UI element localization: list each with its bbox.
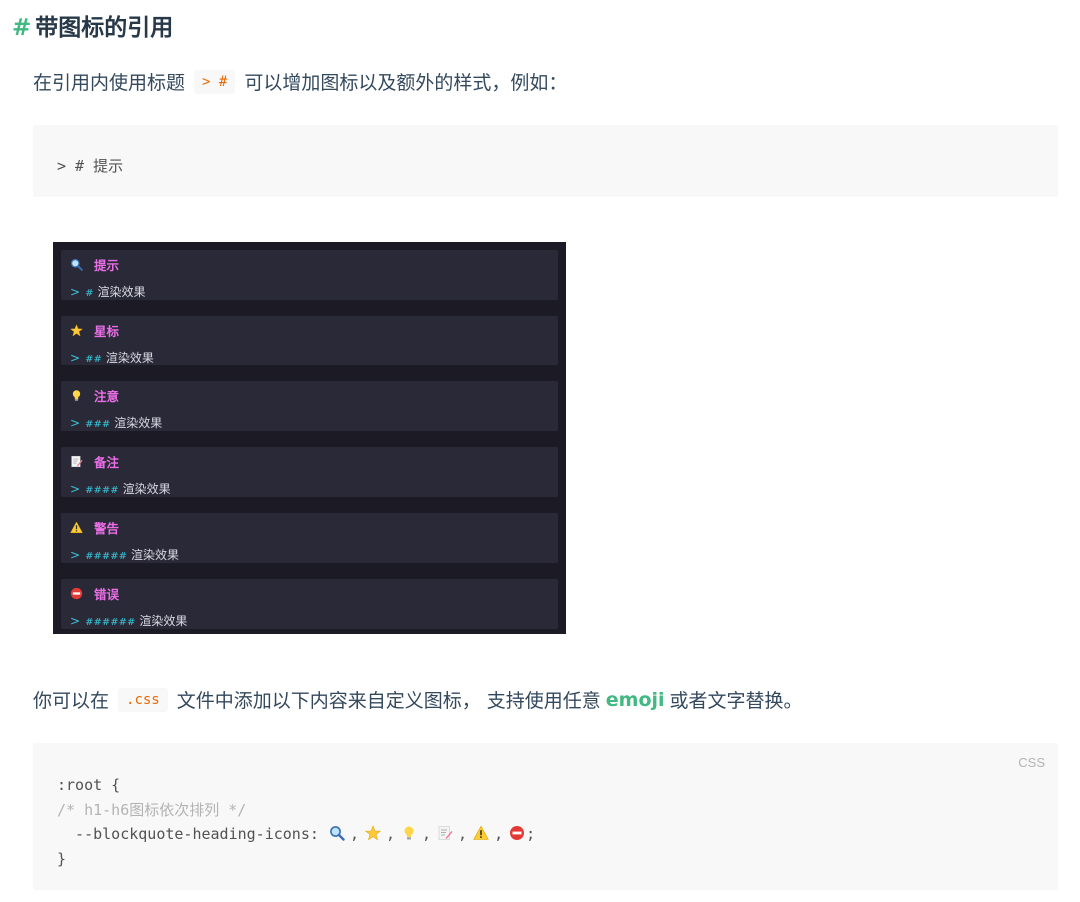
rendered-preview-image: 提示 > # 渲染效果 星标 > ## 渲染效果 注意 > ### 渲染效果 备注 > #### 渲染效果 警告… — [53, 242, 566, 634]
preview-body-text: 渲染效果 — [139, 614, 188, 628]
preview-title: 注意 — [70, 386, 119, 405]
preview-title-text: 星标 — [94, 324, 120, 339]
preview-title: 提示 — [70, 255, 119, 274]
warning-icon — [70, 521, 83, 534]
preview-body-text: 渲染效果 — [130, 548, 179, 562]
preview-blockquote: 警告 > ##### 渲染效果 — [61, 513, 558, 563]
intro-text-after: 可以增加图标以及额外的样式，例如： — [244, 72, 568, 94]
icon-separator: , — [458, 825, 468, 843]
preview-body-text: 渲染效果 — [105, 351, 154, 365]
intro-text-before: 在引用内使用标题 — [33, 72, 186, 94]
magnifier-icon — [70, 258, 83, 271]
preview-body: > ##### 渲染效果 — [70, 546, 179, 563]
heading-marker: # — [85, 288, 94, 299]
code-line-close: } — [57, 849, 67, 868]
preview-blockquote: 提示 > # 渲染效果 — [61, 250, 558, 300]
code-line-suffix: ; — [526, 825, 536, 843]
preview-body: > ## 渲染效果 — [70, 349, 154, 366]
memo-icon — [437, 824, 453, 840]
quote-marker: > — [70, 351, 81, 365]
code-line-prefix: --blockquote-heading-icons: — [57, 825, 328, 843]
preview-body-text: 渲染效果 — [97, 285, 146, 299]
code-line-root: :root { — [57, 776, 121, 794]
example-code-block: > # 提示 — [33, 125, 1058, 197]
inline-code-css: .css — [118, 687, 168, 712]
no-entry-icon — [70, 587, 83, 600]
preview-body-text: 渲染效果 — [122, 482, 171, 496]
quote-marker: > — [70, 416, 81, 430]
preview-title: 警告 — [70, 518, 119, 537]
heading-marker: ##### — [85, 551, 127, 562]
star-icon — [364, 824, 382, 841]
preview-blockquote: 错误 > ###### 渲染效果 — [61, 579, 558, 629]
preview-body: > #### 渲染效果 — [70, 480, 171, 497]
preview-title-text: 注意 — [94, 389, 120, 404]
heading-marker: #### — [85, 485, 119, 496]
emoji-highlight: emoji — [605, 688, 665, 711]
warning-icon — [473, 824, 489, 840]
no-entry-icon — [509, 824, 525, 840]
preview-body-text: 渲染效果 — [114, 416, 163, 430]
heading-text: 带图标的引用 — [35, 15, 174, 41]
heading-marker: ### — [85, 419, 111, 430]
css-code-block: CSS :root { /* h1-h6图标依次排列 */ --blockquo… — [33, 743, 1058, 890]
preview-title: 备注 — [70, 452, 119, 471]
quote-marker: > — [70, 614, 81, 628]
heading-marker: ###### — [85, 617, 136, 628]
icon-separator: , — [494, 825, 504, 843]
custom-text-middle: 文件中添加以下内容来自定义图标， 支持使用任意 — [176, 690, 601, 712]
custom-icons-paragraph: 你可以在 .css 文件中添加以下内容来自定义图标， 支持使用任意 emoji … — [33, 686, 803, 713]
heading-marker: ## — [85, 354, 102, 365]
quote-marker: > — [70, 482, 81, 496]
example-code-line: > # 提示 — [57, 157, 124, 175]
heading-anchor[interactable]: # — [12, 15, 31, 41]
preview-title-text: 警告 — [94, 521, 120, 536]
code-language-label: CSS — [1018, 755, 1045, 770]
memo-icon — [70, 455, 83, 468]
inline-code-syntax: > # — [194, 69, 236, 94]
preview-body: > # 渲染效果 — [70, 283, 145, 300]
star-icon — [69, 324, 84, 337]
custom-text-before: 你可以在 — [33, 690, 110, 712]
icon-separator: , — [349, 825, 359, 843]
preview-blockquote: 备注 > #### 渲染效果 — [61, 447, 558, 497]
code-line-comment: /* h1-h6图标依次排列 */ — [57, 800, 247, 819]
magnifier-icon — [329, 824, 345, 841]
icon-separator: , — [385, 825, 395, 843]
intro-paragraph: 在引用内使用标题 > # 可以增加图标以及额外的样式，例如： — [33, 68, 567, 95]
custom-text-after: 或者文字替换。 — [669, 690, 803, 712]
preview-title-text: 错误 — [94, 587, 120, 602]
quote-marker: > — [70, 285, 81, 299]
preview-blockquote: 星标 > ## 渲染效果 — [61, 316, 558, 365]
preview-title-text: 提示 — [94, 258, 120, 273]
icon-separator: , — [422, 825, 432, 843]
section-heading: # 带图标的引用 — [12, 8, 173, 42]
lightbulb-icon — [401, 824, 417, 840]
preview-title-text: 备注 — [94, 455, 120, 470]
lightbulb-icon — [70, 389, 83, 402]
quote-marker: > — [70, 548, 81, 562]
preview-blockquote: 注意 > ### 渲染效果 — [61, 381, 558, 431]
preview-body: > ### 渲染效果 — [70, 414, 162, 431]
preview-title: 错误 — [70, 584, 119, 603]
preview-title: 星标 — [69, 321, 120, 340]
code-line-icons: --blockquote-heading-icons: ,,,,,; — [57, 822, 1058, 847]
preview-body: > ###### 渲染效果 — [70, 612, 187, 629]
